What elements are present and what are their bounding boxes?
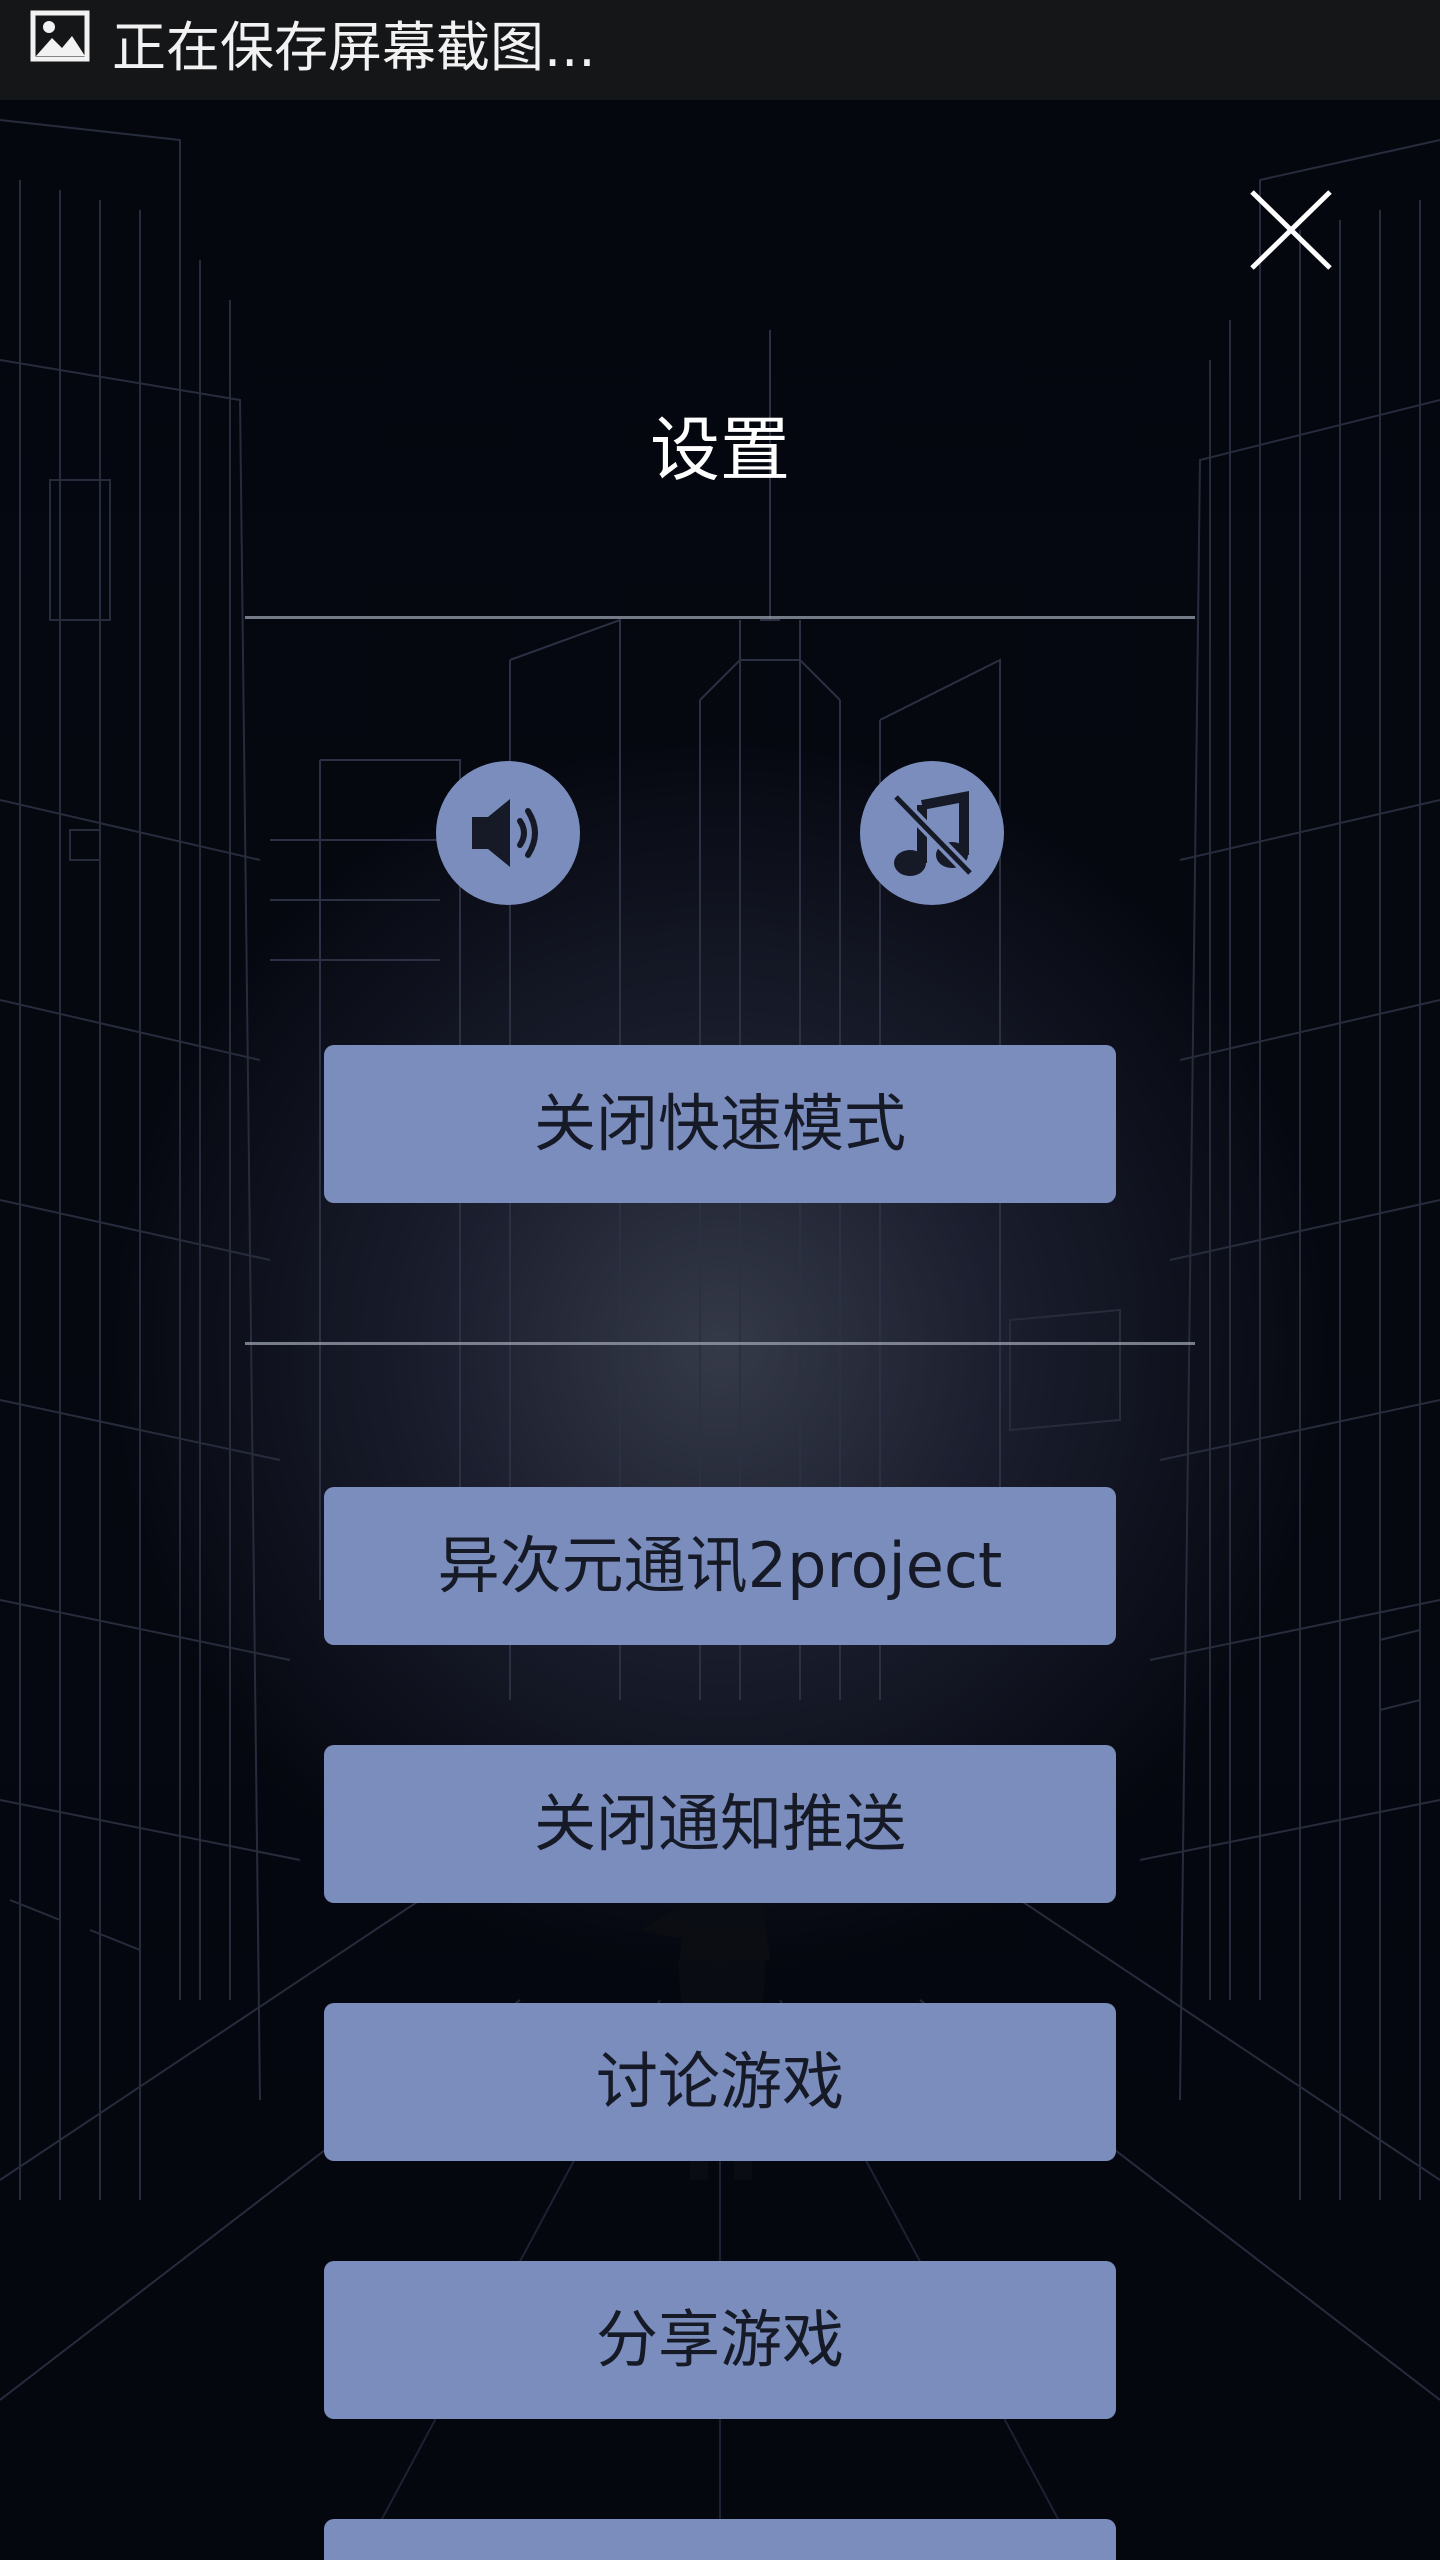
music-off-icon [891, 790, 975, 878]
share-game-button[interactable]: 分享游戏 [324, 2261, 1116, 2419]
divider-top [245, 616, 1195, 619]
divider-middle [245, 1342, 1195, 1345]
music-toggle-button[interactable] [860, 761, 1004, 905]
status-bar: 正在保存屏幕截图... [0, 0, 1440, 100]
discuss-game-button[interactable]: 讨论游戏 [324, 2003, 1116, 2161]
notification-button[interactable]: 关闭通知推送 [324, 1745, 1116, 1903]
image-icon [30, 10, 90, 62]
fast-mode-button[interactable]: 关闭快速模式 [324, 1045, 1116, 1203]
settings-screen: 正在保存屏幕截图... 设置 关闭快速模式 异次元通讯2project 关闭通知… [0, 0, 1440, 2560]
close-button[interactable] [1230, 180, 1350, 300]
speaker-icon [472, 799, 538, 867]
project-button[interactable]: 异次元通讯2project [324, 1487, 1116, 1645]
sound-toggle-button[interactable] [436, 761, 580, 905]
status-text: 正在保存屏幕截图... [112, 16, 596, 79]
menu-button-partial[interactable] [324, 2519, 1116, 2560]
page-title: 设置 [650, 409, 790, 491]
close-icon [1250, 190, 1332, 270]
